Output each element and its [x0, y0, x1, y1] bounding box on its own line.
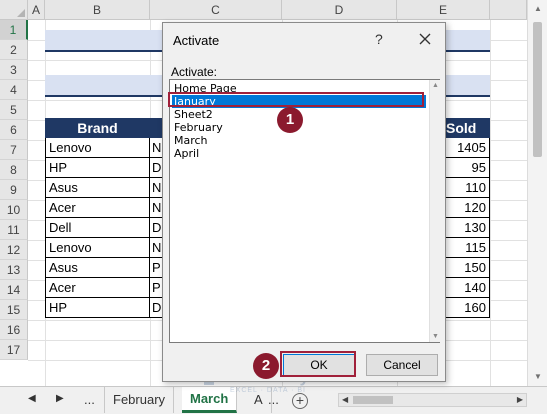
- row-header[interactable]: 17: [0, 340, 28, 360]
- prev-sheet-icon[interactable]: ◀: [28, 393, 36, 404]
- scroll-right-icon[interactable]: ▶: [517, 394, 523, 406]
- tab-february[interactable]: February: [104, 387, 175, 413]
- sheet-list-item[interactable]: April: [172, 147, 426, 160]
- january-highlight-box: [168, 92, 424, 107]
- brand-cell[interactable]: Acer: [45, 198, 150, 218]
- sheet-list-item[interactable]: March: [172, 134, 426, 147]
- row-header[interactable]: 6: [0, 120, 28, 140]
- sold-cell[interactable]: 110: [443, 178, 490, 198]
- column-header-d[interactable]: D: [282, 0, 397, 20]
- brand-cell[interactable]: Lenovo: [45, 238, 150, 258]
- listbox-scrollbar[interactable]: ▲ ▼: [429, 80, 440, 342]
- watermark-tagline: EXCEL · DATA · BI: [230, 387, 306, 394]
- column-header-c[interactable]: C: [150, 0, 282, 20]
- row-header[interactable]: 16: [0, 320, 28, 340]
- ok-highlight-box: [280, 351, 356, 377]
- horizontal-scrollbar[interactable]: ◀ ▶: [338, 393, 527, 407]
- sold-header: Sold: [443, 118, 490, 138]
- activate-label: Activate:: [171, 65, 218, 79]
- help-icon[interactable]: ?: [375, 31, 383, 47]
- row-header[interactable]: 4: [0, 80, 28, 100]
- vertical-scroll-thumb[interactable]: [533, 22, 542, 157]
- sold-cell[interactable]: 130: [443, 218, 490, 238]
- sheet-listbox[interactable]: Home Page January Sheet2 February March April…: [169, 79, 440, 343]
- sold-cell[interactable]: 140: [443, 278, 490, 298]
- step-2-badge: 2: [253, 353, 279, 379]
- listbox-scroll-down-icon[interactable]: ▼: [432, 333, 439, 340]
- brand-header: Brand: [45, 118, 150, 138]
- row-header[interactable]: 9: [0, 180, 28, 200]
- step-1-badge: 1: [277, 107, 303, 133]
- brand-cell[interactable]: Asus: [45, 258, 150, 278]
- row-header[interactable]: 13: [0, 260, 28, 280]
- column-header-f[interactable]: [490, 0, 527, 20]
- row-header[interactable]: 1: [0, 20, 28, 40]
- horizontal-scroll-thumb[interactable]: [353, 396, 393, 404]
- row-header[interactable]: 11: [0, 220, 28, 240]
- brand-cell[interactable]: Dell: [45, 218, 150, 238]
- brand-cell[interactable]: HP: [45, 158, 150, 178]
- row-header[interactable]: 7: [0, 140, 28, 160]
- scroll-down-icon[interactable]: ▼: [532, 372, 544, 382]
- row-header[interactable]: 2: [0, 40, 28, 60]
- brand-cell[interactable]: Asus: [45, 178, 150, 198]
- next-sheet-icon[interactable]: ▶: [56, 393, 64, 404]
- brand-cell[interactable]: Lenovo: [45, 138, 150, 158]
- brand-cell[interactable]: Acer: [45, 278, 150, 298]
- sold-cell[interactable]: 160: [443, 298, 490, 318]
- close-icon[interactable]: [415, 29, 435, 49]
- column-header-a[interactable]: A: [28, 0, 45, 20]
- brand-cell[interactable]: HP: [45, 298, 150, 318]
- row-header[interactable]: 12: [0, 240, 28, 260]
- select-all-corner[interactable]: [0, 0, 28, 20]
- scroll-left-icon[interactable]: ◀: [342, 394, 348, 406]
- cancel-button[interactable]: Cancel: [366, 354, 438, 376]
- sold-cell[interactable]: 115: [443, 238, 490, 258]
- sold-cell[interactable]: 1405: [443, 138, 490, 158]
- row-header[interactable]: 14: [0, 280, 28, 300]
- sold-cell[interactable]: 95: [443, 158, 490, 178]
- listbox-scroll-up-icon[interactable]: ▲: [432, 82, 439, 89]
- sold-cell[interactable]: 150: [443, 258, 490, 278]
- tab-overflow-left[interactable]: ...: [76, 387, 103, 413]
- activate-dialog: Activate ? Activate: Home Page January She…: [162, 22, 446, 382]
- vertical-scrollbar[interactable]: ▲ ▼: [527, 0, 547, 386]
- row-header[interactable]: 5: [0, 100, 28, 120]
- row-header[interactable]: 15: [0, 300, 28, 320]
- row-header[interactable]: 10: [0, 200, 28, 220]
- scroll-up-icon[interactable]: ▲: [532, 4, 544, 14]
- column-header-e[interactable]: E: [397, 0, 490, 20]
- dialog-title: Activate: [173, 33, 220, 48]
- row-header[interactable]: 8: [0, 160, 28, 180]
- sold-cell[interactable]: 120: [443, 198, 490, 218]
- row-header[interactable]: 3: [0, 60, 28, 80]
- column-header-b[interactable]: B: [45, 0, 150, 20]
